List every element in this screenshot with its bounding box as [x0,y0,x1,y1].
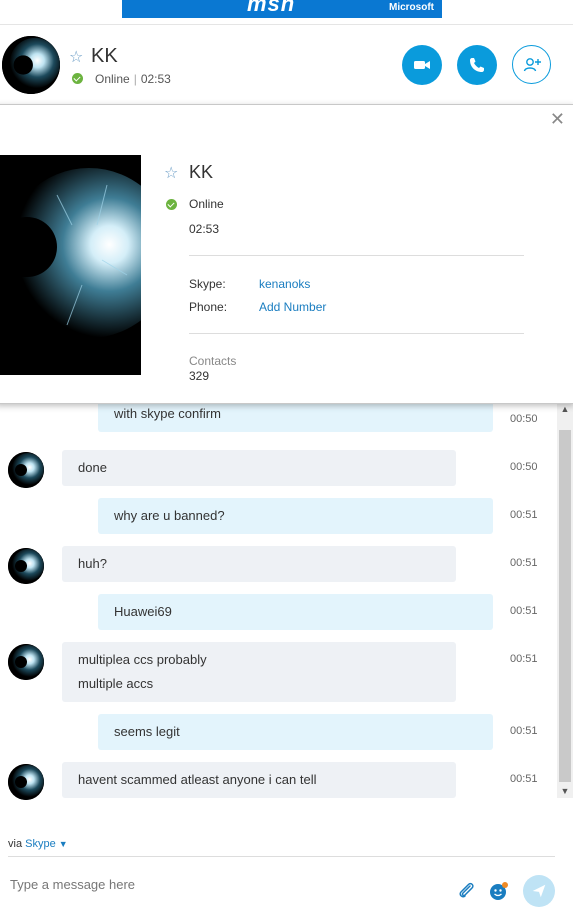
scroll-thumb[interactable] [559,430,571,782]
message-text: huh? [78,556,107,571]
message-timestamp: 00:51 [510,605,538,617]
message-text: done [78,460,107,475]
profile-picture [0,155,141,375]
divider [8,856,555,857]
divider [189,333,524,334]
contact-avatar[interactable] [8,644,44,680]
conversation-header: ☆ KK Online | 02:53 [0,25,573,105]
message-timestamp: 00:51 [510,653,538,665]
message-row: huh? 00:51 [0,546,557,584]
status-text: Online [95,72,130,86]
favorite-star-icon[interactable]: ☆ [164,163,178,183]
message-row: why are u banned? 00:51 [0,498,557,534]
online-status-icon [166,199,177,210]
message-timestamp: 00:51 [510,557,538,569]
video-camera-icon [414,61,430,69]
outgoing-message-bubble[interactable]: seems legit [98,714,493,750]
phone-icon [470,58,484,72]
profile-local-time: 02:53 [189,222,220,236]
close-icon[interactable]: ✕ [550,109,565,130]
via-service-selector[interactable]: via Skype ▼ [8,838,68,850]
message-list[interactable]: with skype confirm 00:50 done 00:50 why are … [0,402,557,812]
message-text: with skype confirm [114,406,221,421]
divider [189,255,524,256]
contacts-label: Contacts [189,354,237,368]
scroll-down-arrow-icon[interactable]: ▼ [557,784,573,798]
favorite-star-icon[interactable]: ☆ [69,47,83,67]
message-row: Huawei69 00:51 [0,594,557,630]
message-text: seems legit [114,724,180,739]
contact-avatar[interactable] [8,764,44,800]
message-text: Huawei69 [114,604,172,619]
incoming-message-bubble[interactable]: multiplea ccs probably multiple accs [62,642,456,702]
skype-name-link[interactable]: kenanoks [259,277,310,291]
message-row: havent scammed atleast anyone i can tell… [0,762,557,800]
chat-scrollbar[interactable]: ▲ ▼ [557,402,573,798]
emoticon-icon[interactable] [488,880,510,902]
outgoing-message-bubble[interactable]: why are u banned? [98,498,493,534]
add-people-button[interactable] [512,45,551,84]
msn-logo: msn [247,0,296,16]
add-person-icon [523,57,541,71]
message-timestamp: 00:51 [510,773,538,785]
chevron-down-icon[interactable]: ▼ [59,839,68,849]
contact-name: KK [91,45,118,67]
message-timestamp: 00:51 [510,725,538,737]
outgoing-message-bubble[interactable]: with skype confirm [98,402,493,432]
contact-avatar[interactable] [2,36,60,94]
profile-status: Online [189,197,224,211]
attach-file-icon[interactable] [455,880,477,902]
message-row: with skype confirm 00:50 [0,402,557,438]
profile-name: KK [189,162,214,182]
message-timestamp: 00:51 [510,509,538,521]
send-icon [532,884,546,898]
contact-status: Online | 02:53 [95,72,171,86]
message-text: why are u banned? [114,508,225,523]
msn-banner-ad[interactable]: msn Microsoft [122,0,442,18]
message-timestamp: 00:50 [510,413,538,425]
message-input[interactable] [8,870,432,898]
message-text: havent scammed atleast anyone i can tell [78,772,317,787]
message-row: done 00:50 [0,450,557,488]
service-name[interactable]: Skype [25,838,56,850]
skype-label: Skype: [189,277,226,291]
profile-card-popup: ✕ ☆ KK Online 02:53 Skype: kenanoks Phon… [0,104,573,404]
contacts-count: 329 [189,369,210,383]
contact-avatar[interactable] [8,452,44,488]
microsoft-label: Microsoft [389,2,434,13]
message-row: multiplea ccs probably multiple accs 00:51 [0,642,557,702]
outgoing-message-bubble[interactable]: Huawei69 [98,594,493,630]
add-number-link[interactable]: Add Number [259,300,326,314]
online-status-icon [72,73,83,84]
send-button[interactable] [523,875,555,907]
message-text: multiplea ccs probably [78,652,207,667]
phone-label: Phone: [189,300,228,314]
message-timestamp: 00:50 [510,461,538,473]
message-row: seems legit 00:51 [0,714,557,750]
contact-avatar[interactable] [8,548,44,584]
via-label: via [8,838,23,850]
status-time: 02:53 [140,72,171,86]
scroll-up-arrow-icon[interactable]: ▲ [557,402,573,416]
audio-call-button[interactable] [457,45,497,85]
message-text: multiple accs [78,676,154,691]
video-call-button[interactable] [402,45,442,85]
incoming-message-bubble[interactable]: done [62,450,456,486]
incoming-message-bubble[interactable]: huh? [62,546,456,582]
incoming-message-bubble[interactable]: havent scammed atleast anyone i can tell [62,762,456,798]
